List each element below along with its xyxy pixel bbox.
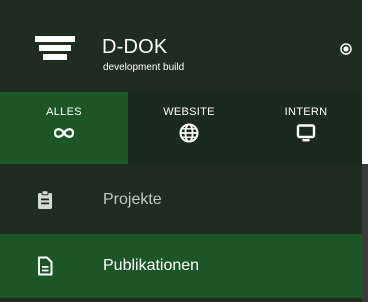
filter-tab-alles[interactable]: ALLES xyxy=(0,92,128,164)
filter-tab-label: INTERN xyxy=(284,106,328,118)
document-icon xyxy=(38,256,53,276)
logo-bar-bottom xyxy=(43,54,67,60)
filter-tabs: ALLES WEBSITE INTERN xyxy=(0,92,362,164)
globe-icon xyxy=(179,123,199,143)
app-subtitle: development build xyxy=(103,62,185,73)
status-radio-icon[interactable] xyxy=(340,43,352,55)
infinity-icon xyxy=(53,128,75,138)
filter-tab-label: WEBSITE xyxy=(163,106,215,118)
monitor-icon xyxy=(296,124,316,142)
filter-tab-intern[interactable]: INTERN xyxy=(250,92,362,164)
menu-item-projekte[interactable]: Projekte xyxy=(0,168,362,232)
filter-tab-label: ALLES xyxy=(46,106,82,118)
menu-item-publikationen[interactable]: Publikationen xyxy=(0,234,362,298)
sidebar-header: D-DOK development build xyxy=(0,0,362,92)
sidebar: D-DOK development build ALLES WEBSITE IN xyxy=(0,0,362,302)
logo-bar-middle xyxy=(39,45,71,51)
filter-tab-website[interactable]: WEBSITE xyxy=(128,92,250,164)
app-title: D-DOK xyxy=(102,36,168,58)
app-logo[interactable] xyxy=(35,36,75,60)
logo-bar-top xyxy=(35,36,75,42)
menu-item-label: Projekte xyxy=(103,191,162,208)
menu-item-label: Publikationen xyxy=(103,257,200,274)
scrollbar-thumb[interactable] xyxy=(362,164,368,302)
clipboard-icon xyxy=(38,190,52,209)
